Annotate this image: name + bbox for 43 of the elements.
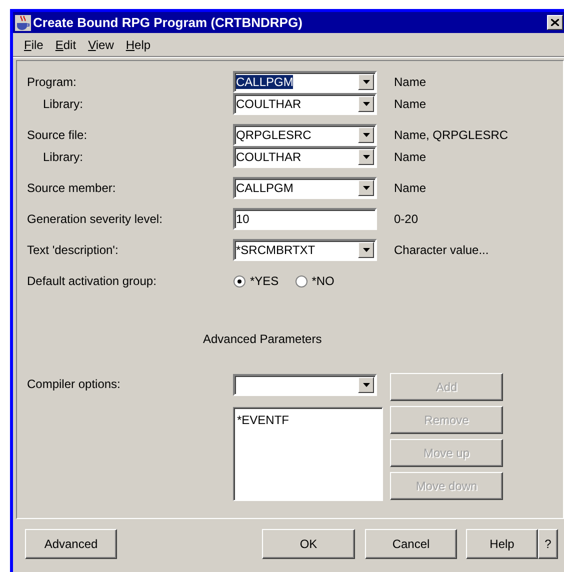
field-hint: Character value... [394, 243, 490, 257]
field-label: Library: [42, 150, 84, 164]
input-field[interactable]: 10 [233, 208, 377, 230]
field-hint: Name [394, 97, 428, 111]
dropdown-field[interactable]: CALLPGM [233, 71, 377, 93]
field-label: Library: [42, 97, 84, 111]
menu-item[interactable]: Help [120, 38, 156, 52]
menu-item[interactable]: Edit [50, 38, 82, 52]
dialog-button[interactable]: Cancel [365, 529, 457, 559]
field-label: Program: [27, 75, 78, 89]
dropdown-field[interactable]: *SRCMBRTXT [233, 239, 377, 261]
dialog-button[interactable]: Advanced [25, 529, 117, 559]
radio-option[interactable]: *YES [233, 274, 279, 288]
field-label: Text 'description': [27, 243, 120, 257]
field-label: Source file: [27, 128, 88, 142]
dialog-button[interactable]: Help [466, 529, 538, 559]
dropdown-field[interactable]: COULTHAR [233, 146, 377, 168]
close-button[interactable] [547, 15, 563, 30]
radio-option[interactable]: *NO [294, 274, 334, 288]
dialog-button[interactable]: OK [262, 529, 355, 559]
field-hint: 0-20 [394, 212, 420, 226]
dropdown-field[interactable]: QRPGLESRC [233, 124, 377, 146]
field-hint: Name [394, 181, 428, 195]
dropdown-field[interactable]: CALLPGM [233, 177, 377, 199]
field-label: Source member: [27, 181, 117, 195]
menu-item[interactable]: View [83, 38, 119, 52]
window-title: Create Bound RPG Program (CRTBNDRPG) [33, 15, 304, 30]
coffee-cup-icon [15, 14, 31, 30]
field-hint: Name [394, 75, 428, 89]
field-label: Compiler options: [27, 376, 122, 393]
dropdown-field[interactable] [233, 374, 377, 396]
dropdown-field[interactable]: COULTHAR [233, 93, 377, 115]
field-hint: Name, QRPGLESRC [394, 128, 510, 142]
field-label: Default activation group: [27, 274, 158, 288]
radio-circle-icon[interactable] [294, 274, 308, 288]
field-label: Generation severity level: [27, 212, 164, 226]
list-item[interactable]: *EVENTF [237, 413, 379, 427]
dialog-button[interactable]: ? [538, 529, 558, 559]
close-icon [551, 19, 559, 26]
menu-item[interactable]: File [19, 38, 48, 52]
radio-circle-icon[interactable] [233, 274, 246, 288]
field-hint: Name [394, 150, 428, 164]
section-heading: Advanced Parameters [202, 332, 323, 348]
